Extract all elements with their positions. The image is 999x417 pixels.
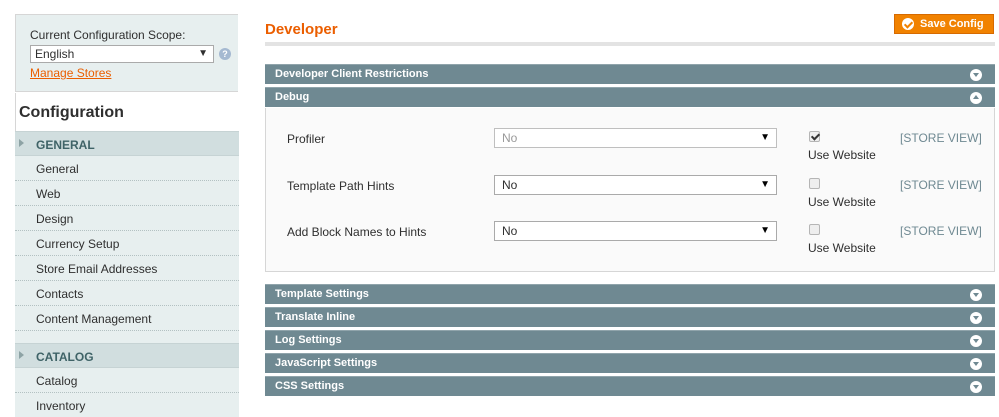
- save-config-button[interactable]: Save Config: [894, 14, 994, 34]
- section-debug[interactable]: Debug: [265, 87, 995, 107]
- nav-item-label: Currency Setup: [36, 237, 120, 251]
- profiler-select[interactable]: No ▼: [494, 128, 777, 148]
- nav-item-label: Web: [36, 187, 61, 201]
- section-title: Debug: [275, 91, 310, 103]
- config-title: Configuration: [19, 104, 124, 121]
- expand-arrow-icon: [19, 351, 24, 359]
- section-title: Template Settings: [275, 288, 369, 300]
- collapse-icon: [970, 92, 982, 104]
- nav-item-web[interactable]: Web: [15, 181, 239, 206]
- manage-stores-link[interactable]: Manage Stores: [30, 66, 111, 80]
- nav-item-store-email[interactable]: Store Email Addresses: [15, 256, 239, 281]
- section-title: CSS Settings: [275, 380, 345, 392]
- field-row-add-block-names: Add Block Names to Hints No ▼ Use Websit…: [266, 218, 996, 258]
- section-template-settings[interactable]: Template Settings: [265, 284, 995, 304]
- section-title: Log Settings: [275, 334, 342, 346]
- section-title: Developer Client Restrictions: [275, 68, 429, 80]
- nav-item-inventory[interactable]: Inventory: [15, 393, 239, 417]
- scope-switcher: Current Configuration Scope: English ▼ ?…: [15, 14, 238, 92]
- nav-item-label: Catalog: [36, 374, 78, 388]
- scope-indicator: [STORE VIEW]: [900, 224, 982, 238]
- expand-icon: [970, 358, 982, 370]
- scope-label: Current Configuration Scope:: [30, 28, 186, 42]
- config-nav: GENERAL General Web Design Currency Setu…: [15, 131, 239, 417]
- save-config-label: Save Config: [920, 18, 984, 30]
- chevron-down-icon: ▼: [760, 225, 770, 236]
- debug-fieldset: Profiler No ▼ Use Website [STORE VIEW] T…: [265, 108, 995, 272]
- config-title-box: Configuration: [15, 93, 239, 131]
- expand-icon: [970, 381, 982, 393]
- expand-icon: [970, 69, 982, 81]
- nav-item-design[interactable]: Design: [15, 206, 239, 231]
- select-value: No: [502, 131, 518, 145]
- section-css-settings[interactable]: CSS Settings: [265, 376, 995, 396]
- nav-item-label: General: [36, 162, 79, 176]
- select-value: No: [502, 224, 518, 238]
- use-website-checkbox[interactable]: [809, 131, 820, 142]
- select-value: No: [502, 178, 518, 192]
- field-label: Profiler: [287, 132, 326, 146]
- check-circle-icon: [902, 18, 914, 30]
- title-divider: [265, 42, 995, 46]
- nav-item-label: Inventory: [36, 399, 86, 413]
- nav-item-label: Content Management: [36, 312, 152, 326]
- section-log-settings[interactable]: Log Settings: [265, 330, 995, 350]
- nav-item-currency-setup[interactable]: Currency Setup: [15, 231, 239, 256]
- scope-indicator: [STORE VIEW]: [900, 131, 982, 145]
- use-website-label: Use Website: [808, 195, 876, 209]
- section-title: JavaScript Settings: [275, 357, 378, 369]
- expand-icon: [970, 312, 982, 324]
- section-translate-inline[interactable]: Translate Inline: [265, 307, 995, 327]
- chevron-down-icon: ▼: [198, 48, 208, 59]
- nav-spacer: [15, 331, 239, 343]
- nav-group-label: GENERAL: [36, 138, 95, 152]
- nav-item-catalog[interactable]: Catalog: [15, 368, 239, 393]
- nav-group-label: CATALOG: [36, 350, 94, 364]
- help-icon[interactable]: ?: [219, 48, 231, 60]
- scope-indicator: [STORE VIEW]: [900, 178, 982, 192]
- nav-item-general[interactable]: General: [15, 156, 239, 181]
- expand-arrow-icon: [19, 139, 24, 147]
- nav-item-label: Store Email Addresses: [36, 262, 158, 276]
- nav-item-label: Design: [36, 212, 74, 226]
- field-row-profiler: Profiler No ▼ Use Website [STORE VIEW]: [266, 125, 996, 165]
- use-website-checkbox[interactable]: [809, 224, 820, 235]
- page-title: Developer: [265, 21, 338, 38]
- field-label: Template Path Hints: [287, 179, 395, 193]
- chevron-down-icon: ▼: [760, 132, 770, 143]
- use-website-label: Use Website: [808, 241, 876, 255]
- nav-group-catalog[interactable]: CATALOG: [15, 343, 239, 368]
- expand-icon: [970, 335, 982, 347]
- scope-select-value: English: [35, 47, 75, 61]
- sidebar: Current Configuration Scope: English ▼ ?…: [0, 0, 240, 417]
- nav-item-label: Contacts: [36, 287, 84, 301]
- scope-select[interactable]: English ▼: [30, 45, 214, 63]
- section-title: Translate Inline: [275, 311, 356, 323]
- field-row-template-path-hints: Template Path Hints No ▼ Use Website [ST…: [266, 172, 996, 212]
- field-label: Add Block Names to Hints: [287, 225, 427, 239]
- nav-item-contacts[interactable]: Contacts: [15, 281, 239, 306]
- template-path-hints-select[interactable]: No ▼: [494, 175, 777, 195]
- chevron-down-icon: ▼: [760, 179, 770, 190]
- section-javascript-settings[interactable]: JavaScript Settings: [265, 353, 995, 373]
- use-website-label: Use Website: [808, 148, 876, 162]
- nav-group-general[interactable]: GENERAL: [15, 131, 239, 156]
- expand-icon: [970, 289, 982, 301]
- section-developer-client-restrictions[interactable]: Developer Client Restrictions: [265, 64, 995, 84]
- add-block-names-select[interactable]: No ▼: [494, 221, 777, 241]
- use-website-checkbox[interactable]: [809, 178, 820, 189]
- nav-item-content-management[interactable]: Content Management: [15, 306, 239, 331]
